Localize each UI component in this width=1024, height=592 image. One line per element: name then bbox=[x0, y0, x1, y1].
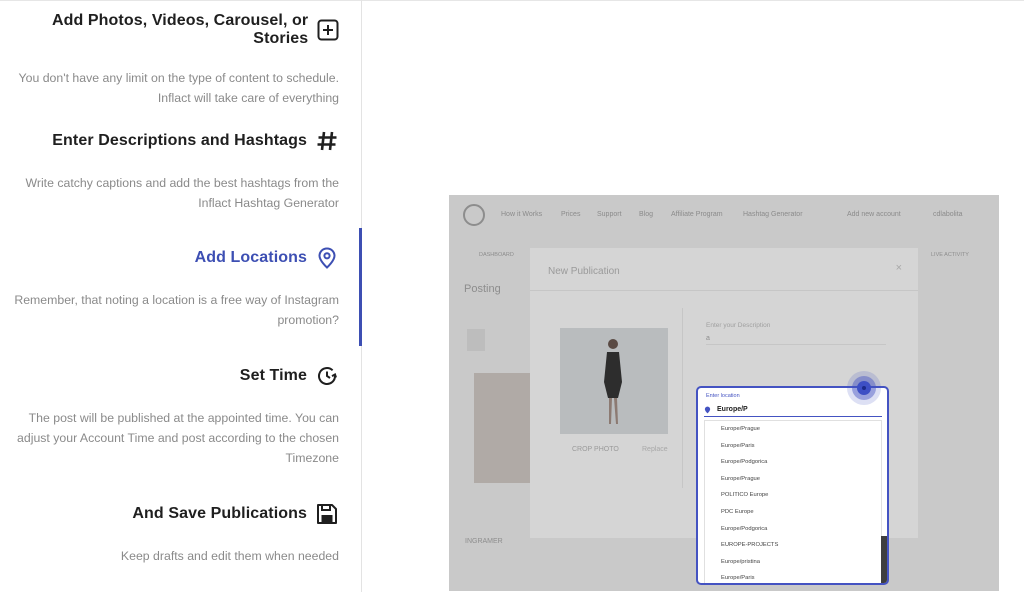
feature-title: Add Locations bbox=[194, 249, 307, 266]
location-option[interactable]: Europe/pristina bbox=[705, 554, 881, 571]
feature-add-locations[interactable]: Add Locations Remember, that noting a lo… bbox=[9, 246, 339, 330]
features-list: Add Photos, Videos, Carousel, or Stories… bbox=[0, 0, 362, 592]
feature-head: Add Photos, Videos, Carousel, or Stories bbox=[9, 12, 339, 48]
location-option[interactable]: PDC Europe bbox=[705, 504, 881, 521]
feature-description: The post will be published at the appoin… bbox=[17, 411, 339, 465]
feature-title: Enter Descriptions and Hashtags bbox=[52, 132, 307, 149]
location-options: Europe/Prague Europe/Paris Europe/Podgor… bbox=[704, 420, 882, 583]
feature-head: Add Locations bbox=[9, 246, 339, 270]
nav-link: Blog bbox=[639, 211, 654, 218]
click-indicator-icon bbox=[847, 371, 881, 405]
posting-title: Posting bbox=[464, 283, 501, 295]
nav-link: Hashtag Generator bbox=[743, 211, 803, 218]
feature-set-time[interactable]: Set Time The post will be published at t… bbox=[9, 364, 339, 468]
clock-arrow-icon bbox=[315, 364, 339, 388]
add-account-link: Add new account bbox=[847, 211, 901, 218]
nav-link: Support bbox=[597, 211, 622, 218]
feature-head: Enter Descriptions and Hashtags bbox=[9, 129, 339, 153]
person-figure-icon bbox=[604, 339, 622, 424]
post-thumbnail bbox=[474, 373, 531, 483]
crop-photo-button: CROP PHOTO bbox=[572, 446, 619, 453]
location-option[interactable]: Europe/Prague bbox=[705, 421, 881, 438]
feature-description: Write catchy captions and add the best h… bbox=[25, 176, 339, 210]
floppy-disk-icon bbox=[315, 502, 339, 526]
modal-column-divider bbox=[682, 308, 683, 488]
location-option[interactable]: Europe/Paris bbox=[705, 438, 881, 455]
feature-title: And Save Publications bbox=[132, 505, 307, 522]
page: Add Photos, Videos, Carousel, or Stories… bbox=[0, 0, 1024, 592]
hashtag-icon bbox=[315, 129, 339, 153]
plus-square-icon bbox=[316, 18, 339, 42]
post-photo bbox=[560, 328, 668, 434]
modal-divider bbox=[530, 290, 918, 291]
close-icon: × bbox=[895, 262, 902, 274]
location-input-value: Europe/P bbox=[717, 406, 748, 413]
description-value: a bbox=[706, 335, 710, 342]
nav-link: Affiliate Program bbox=[671, 211, 723, 218]
location-pin-icon bbox=[315, 246, 339, 270]
feature-add-media[interactable]: Add Photos, Videos, Carousel, or Stories… bbox=[9, 12, 339, 108]
feature-title: Add Photos, Videos, Carousel, or Stories bbox=[51, 12, 309, 47]
description-underline bbox=[706, 344, 886, 345]
location-option[interactable]: Europe/Podgorica bbox=[705, 521, 881, 538]
nav-link: Prices bbox=[561, 211, 581, 218]
location-option[interactable]: EUROPE-PROJECTS bbox=[705, 537, 881, 554]
feature-save-publications[interactable]: And Save Publications Keep drafts and ed… bbox=[9, 502, 339, 566]
app-navbar: How it Works Prices Support Blog Affilia… bbox=[449, 195, 999, 237]
app-logo-icon bbox=[463, 204, 485, 226]
location-label: Enter location bbox=[706, 393, 740, 399]
replace-button: Replace bbox=[642, 446, 668, 453]
avatar bbox=[467, 329, 485, 351]
location-selector[interactable]: Enter location Europe/P Europe/Prague Eu… bbox=[696, 386, 889, 585]
location-option[interactable]: Europe/Prague bbox=[705, 471, 881, 488]
background-strip bbox=[881, 536, 887, 583]
feature-title: Set Time bbox=[239, 367, 307, 384]
user-menu: cdlabolita bbox=[933, 211, 963, 218]
location-pin-icon bbox=[704, 406, 711, 413]
nav-link: How it Works bbox=[501, 211, 543, 218]
feature-head: And Save Publications bbox=[9, 502, 339, 526]
location-option[interactable]: POLITICO Europe bbox=[705, 487, 881, 504]
footer-brand: INGRAMER bbox=[465, 538, 503, 545]
dashboard-tab: DASHBOARD bbox=[479, 252, 514, 258]
description-label: Enter your Description bbox=[706, 322, 771, 329]
feature-description: Keep drafts and edit them when needed bbox=[120, 549, 339, 563]
modal-title: New Publication bbox=[548, 266, 620, 277]
feature-description: You don't have any limit on the type of … bbox=[18, 71, 339, 105]
feature-head: Set Time bbox=[9, 364, 339, 388]
location-option[interactable]: Europe/Paris bbox=[705, 570, 881, 583]
location-option[interactable]: Europe/Podgorica bbox=[705, 454, 881, 471]
feature-descriptions-hashtags[interactable]: Enter Descriptions and Hashtags Write ca… bbox=[9, 129, 339, 213]
feature-description: Remember, that noting a location is a fr… bbox=[14, 293, 339, 327]
active-indicator bbox=[359, 228, 362, 346]
location-input[interactable]: Europe/P bbox=[704, 403, 882, 417]
live-activity-tab: LIVE ACTIVITY bbox=[931, 252, 969, 258]
